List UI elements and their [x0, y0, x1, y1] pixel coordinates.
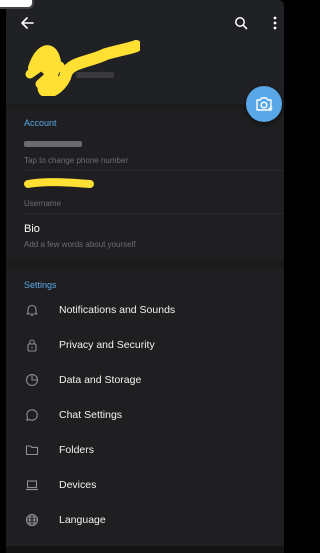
username-caption: Username [24, 199, 61, 208]
set-profile-photo-button[interactable] [246, 86, 282, 122]
account-section-title: Account [24, 118, 57, 128]
username-row[interactable]: Username [6, 171, 284, 211]
settings-item-folders[interactable]: Folders [6, 432, 284, 467]
window-tab [0, 0, 34, 9]
settings-item-label: Privacy and Security [59, 338, 155, 351]
settings-item-notifications[interactable]: Notifications and Sounds [6, 292, 284, 327]
settings-item-language[interactable]: Language [6, 502, 284, 537]
settings-section: Settings Notifications and Sounds Privac… [6, 268, 284, 546]
camera-add-icon [256, 97, 273, 111]
chat-bubble-icon [24, 407, 40, 423]
more-options-button[interactable] [268, 12, 282, 34]
more-vertical-icon [273, 16, 277, 30]
globe-icon [24, 512, 40, 528]
settings-item-label: Folders [59, 443, 95, 456]
settings-item-label: Data and Storage [59, 373, 142, 386]
username-redaction-scribble [24, 178, 94, 188]
settings-item-privacy[interactable]: Privacy and Security [6, 327, 284, 362]
laptop-icon [24, 477, 40, 493]
pie-chart-icon [24, 372, 40, 388]
phone-number-row[interactable]: Tap to change phone number [6, 130, 284, 168]
settings-item-label: Notifications and Sounds [59, 303, 176, 316]
name-redaction-scribble [25, 40, 140, 96]
back-button[interactable] [16, 12, 38, 34]
settings-item-data-storage[interactable]: Data and Storage [6, 362, 284, 397]
arrow-left-icon [21, 17, 34, 29]
phone-number-redacted [24, 141, 82, 147]
settings-item-label: Devices [59, 478, 97, 491]
account-section: Account Tap to change phone number Usern… [6, 108, 284, 260]
bio-row[interactable]: Bio Add a few words about yourself [6, 214, 284, 258]
search-icon [235, 17, 248, 30]
settings-item-label: Language [59, 513, 106, 526]
settings-item-label: Chat Settings [59, 408, 123, 421]
next-section-edge [6, 546, 284, 553]
settings-item-devices[interactable]: Devices [6, 467, 284, 502]
bio-caption: Add a few words about yourself [24, 240, 136, 249]
bio-label: Bio [24, 223, 40, 235]
settings-screen: Account Tap to change phone number Usern… [6, 0, 284, 553]
settings-section-title: Settings [24, 280, 57, 290]
search-button[interactable] [230, 12, 252, 34]
folder-icon [24, 442, 40, 458]
phone-number-caption: Tap to change phone number [24, 156, 129, 165]
bell-icon [24, 302, 40, 318]
profile-header [6, 0, 284, 104]
settings-item-chat-settings[interactable]: Chat Settings [6, 397, 284, 432]
lock-icon [24, 337, 40, 353]
